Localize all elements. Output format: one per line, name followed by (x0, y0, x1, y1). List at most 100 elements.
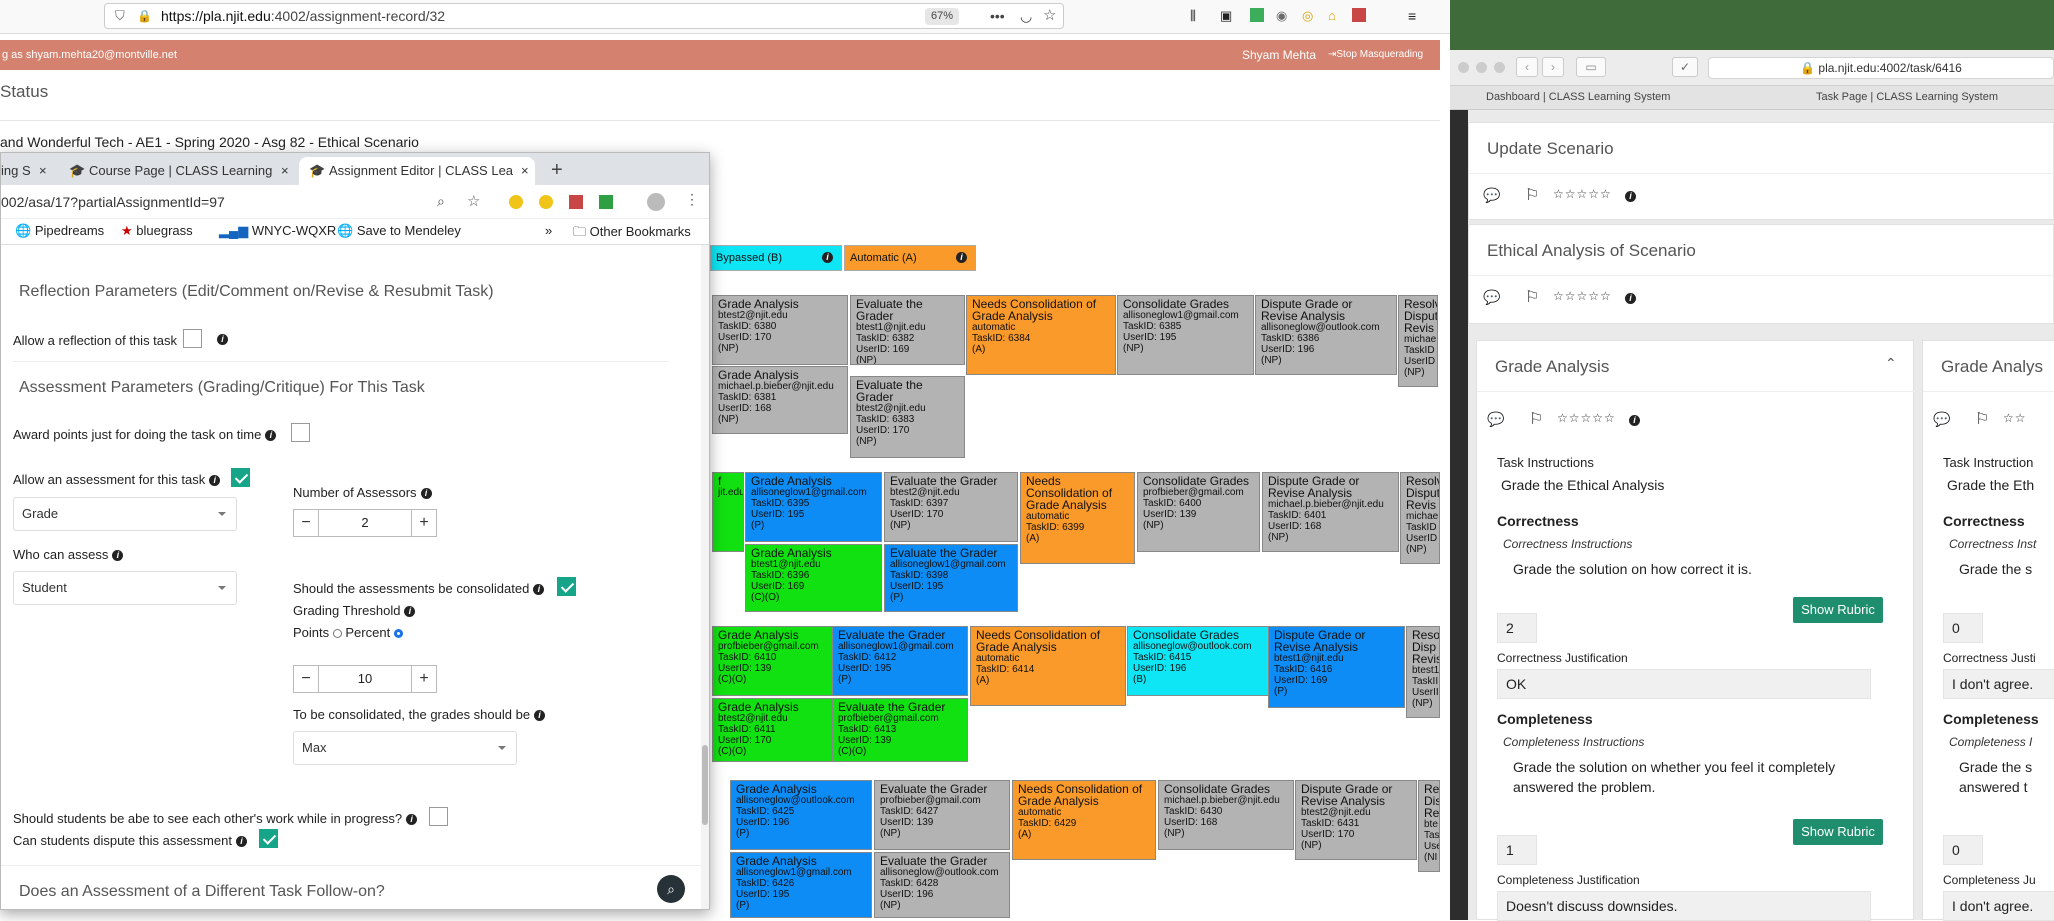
task-cell[interactable]: Needs Consolidation of Grade Analysis aut… (1020, 472, 1135, 564)
task-cell[interactable]: Evaluate the Grader btest2@njit.edu TaskID… (884, 472, 1018, 542)
red-extension-icon[interactable] (569, 195, 583, 209)
completeness-justification-input[interactable]: Doesn't discuss downsides. (1497, 891, 1871, 921)
task-cell[interactable]: Reso Disp Revis btest1 TaskII UserII (NP) (1406, 626, 1440, 718)
info-icon[interactable]: i (265, 430, 277, 442)
task-cell[interactable]: Consolidate Grades profbieber@gmail.com Ta… (1137, 472, 1260, 552)
task-cell[interactable]: Evaluate the Grader allisoneglow1@gmail.c… (832, 626, 968, 696)
task-cell[interactable]: Grade Analysis allisoneglow1@gmail.com Tas… (730, 852, 872, 918)
search-fab-icon[interactable]: ⌕ (657, 875, 685, 903)
zoom-search-icon[interactable]: ⌕ (437, 193, 445, 210)
forward-icon[interactable]: › (1542, 57, 1564, 77)
show-rubric-button[interactable]: Show Rubric (1793, 819, 1883, 845)
correctness-justification-input[interactable]: I don't agree. (1943, 669, 2054, 699)
task-cell[interactable]: Resolv Disput Revis michae TaskID UserID (NP… (1400, 472, 1440, 564)
search-extension-icon[interactable] (509, 195, 523, 209)
show-rubric-button[interactable]: Show Rubric (1793, 597, 1883, 623)
sidebar-toggle-icon[interactable]: ▭ (1576, 57, 1606, 77)
rating-stars-icon[interactable]: ☆☆☆☆☆ (1557, 411, 1616, 425)
allow-reflection-checkbox[interactable] (183, 329, 202, 348)
tab-task-page[interactable]: Task Page | CLASS Learning System (1816, 91, 1998, 103)
task-cell[interactable]: Consolidate Grades allisoneglow@outlook.c… (1127, 626, 1269, 696)
task-cell[interactable]: Dispute Grade or Revise Analysis michael.… (1262, 472, 1399, 552)
flag-icon[interactable]: ⚐ (1525, 287, 1539, 307)
see-work-checkbox[interactable] (429, 807, 448, 826)
new-tab-icon[interactable]: + (551, 159, 563, 182)
points-radio[interactable] (332, 629, 342, 639)
info-icon[interactable]: i (533, 584, 545, 596)
task-cell[interactable]: Grade Analysis btest1@njit.edu TaskID: 639… (745, 544, 882, 612)
url-text[interactable]: 002/asa/17?partialAssignmentId=97 (1, 194, 225, 210)
kebab-menu-icon[interactable]: ⋮ (685, 191, 699, 208)
back-icon[interactable]: ‹ (1516, 57, 1538, 77)
correctness-justification-input[interactable]: OK (1497, 669, 1871, 699)
task-cell[interactable]: f jit.edu (712, 472, 744, 552)
info-icon[interactable]: i (235, 836, 247, 848)
flag-icon[interactable]: ⚐ (1529, 409, 1543, 429)
completeness-score-input[interactable]: 1 (1497, 835, 1537, 865)
bookmark-pipedreams[interactable]: 🌐 Pipedreams (15, 223, 104, 239)
scrollbar[interactable] (701, 245, 709, 909)
task-cell[interactable]: Grade Analysis btest2@njit.edu TaskID: 641… (712, 698, 832, 762)
bookmark-wnyc[interactable]: ▂▄▆ WNYC-WQXR (219, 223, 336, 239)
info-icon[interactable]: i (1625, 191, 1636, 202)
flag-icon[interactable]: ⚐ (1525, 185, 1539, 205)
increment-button[interactable]: + (412, 666, 436, 692)
info-icon[interactable]: i (209, 475, 221, 487)
info-icon[interactable]: i (1625, 293, 1636, 304)
close-tab-icon[interactable]: × (517, 157, 529, 185)
task-cell[interactable]: Needs Consolidation of Grade Analysis aut… (1012, 780, 1156, 860)
task-cell[interactable]: Consolidate Grades allisoneglow1@gmail.co… (1117, 295, 1254, 375)
checkmark-extension-icon[interactable] (599, 195, 613, 209)
info-icon[interactable]: i (404, 606, 416, 618)
task-cell[interactable]: Dispute Grade or Revise Analysis btest1@n… (1268, 626, 1405, 708)
info-icon[interactable]: i (534, 710, 546, 722)
task-cell[interactable]: Grade Analysis profbieber@gmail.com TaskID… (712, 626, 832, 696)
minimize-window-icon[interactable] (1476, 62, 1487, 73)
bookmark-bluegrass[interactable]: ★ bluegrass (121, 223, 193, 239)
address-bar[interactable]: 🔒 pla.njit.edu:4002/task/6416 (1708, 57, 2054, 79)
bookmark-mendeley[interactable]: 🌐 Save to Mendeley (337, 223, 461, 239)
close-window-icon[interactable] (1458, 62, 1469, 73)
flag-icon[interactable]: ⚐ (1975, 409, 1989, 429)
completeness-score-input[interactable]: 0 (1943, 835, 1983, 865)
award-points-checkbox[interactable] (291, 423, 310, 442)
task-cell[interactable]: Evaluate the Grader btest1@njit.edu TaskID… (850, 295, 965, 365)
grading-threshold-value[interactable]: 10 (318, 666, 412, 692)
consolidated-checkbox[interactable] (557, 577, 576, 596)
decrement-button[interactable]: − (294, 510, 318, 536)
tab-assignment-editor[interactable]: 🎓 Assignment Editor | CLASS Lea × (299, 157, 535, 185)
task-cell[interactable]: Evaluate the Grader allisoneglow1@gmail.c… (884, 544, 1018, 612)
increment-button[interactable]: + (412, 510, 436, 536)
rating-stars-icon[interactable]: ☆☆☆☆☆ (1553, 289, 1612, 303)
correctness-score-input[interactable]: 0 (1943, 613, 1983, 643)
task-cell[interactable]: Evaluate the Grader allisoneglow@outlook.… (874, 852, 1010, 918)
percent-radio[interactable] (393, 629, 403, 639)
other-bookmarks[interactable]: 🗀 Other Bookmarks (573, 223, 691, 245)
completeness-justification-input[interactable]: I don't agree. (1943, 891, 2054, 921)
star-icon[interactable]: ☆ (467, 192, 480, 210)
close-tab-icon[interactable]: × (39, 157, 47, 185)
task-cell[interactable]: Dispute Grade or Revise Analysis btest2@n… (1295, 780, 1417, 860)
decrement-button[interactable]: − (294, 666, 318, 692)
task-cell[interactable]: Grade Analysis allisoneglow1@gmail.com Tas… (745, 472, 882, 542)
task-cell[interactable]: Grade Analysis allisoneglow@outlook.com Ta… (730, 780, 872, 850)
rating-stars-icon[interactable]: ☆☆☆☆☆ (1553, 187, 1612, 201)
task-cell[interactable]: Consolidate Grades michael.p.bieber@njit.… (1158, 780, 1294, 850)
info-icon[interactable]: i (406, 814, 418, 826)
comment-icon[interactable]: 💬 (1483, 289, 1500, 306)
tab-dashboard[interactable]: Dashboard | CLASS Learning System (1486, 91, 1670, 103)
comment-icon[interactable]: 💬 (1483, 187, 1500, 204)
more-bookmarks-icon[interactable]: » (545, 223, 552, 238)
info-icon[interactable]: i (420, 488, 432, 500)
rating-stars-icon[interactable]: ☆☆ (2003, 411, 2027, 425)
home-extension-icon[interactable] (539, 195, 553, 209)
close-tab-icon[interactable]: × (277, 157, 289, 185)
task-cell[interactable]: Evaluate the Grader profbieber@gmail.com T… (832, 698, 968, 762)
tab-partial[interactable]: ing S × (1, 157, 53, 185)
who-can-assess-select[interactable]: Student (13, 571, 237, 605)
grading-threshold-stepper[interactable]: − 10 + (293, 665, 437, 693)
num-assessors-stepper[interactable]: − 2 + (293, 509, 437, 537)
consolidate-method-select[interactable]: Max (293, 731, 517, 765)
correctness-score-input[interactable]: 2 (1497, 613, 1537, 643)
comment-icon[interactable]: 💬 (1487, 411, 1504, 428)
